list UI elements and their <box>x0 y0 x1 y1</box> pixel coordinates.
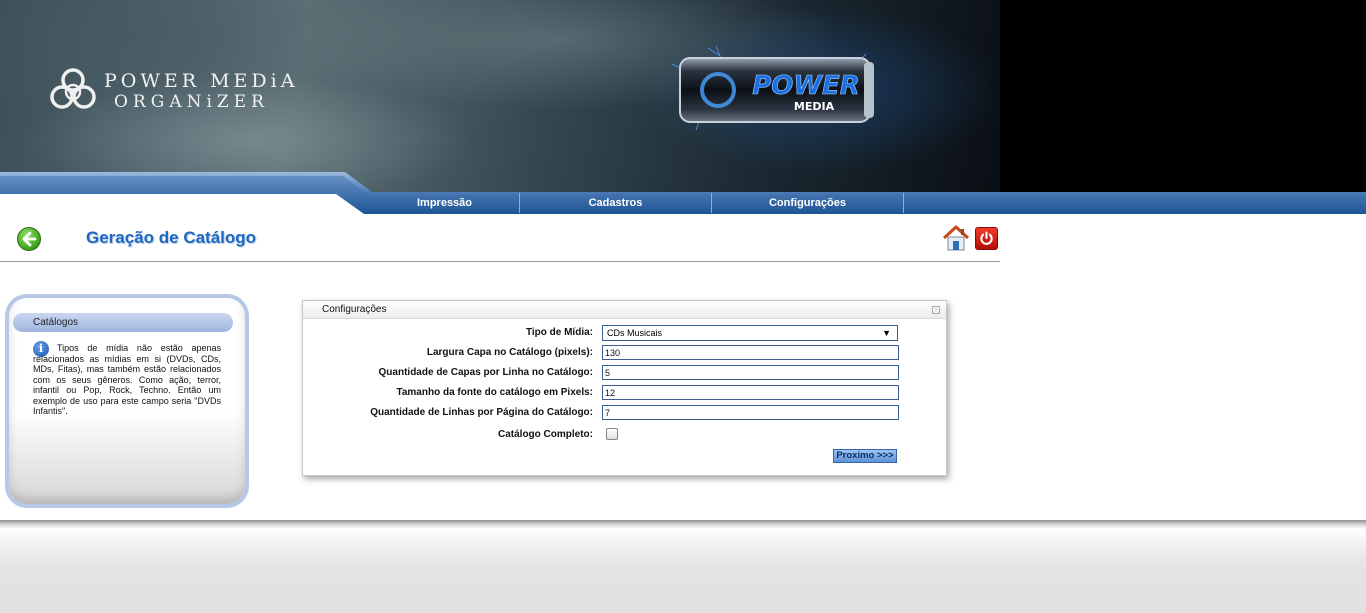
power-media-can-image: POWER MEDIA <box>671 45 874 131</box>
exit-button[interactable] <box>975 227 998 250</box>
lines-per-page-label: Quantidade de Linhas por Página do Catál… <box>370 407 593 418</box>
can-sub-text: MEDIA <box>794 100 835 113</box>
power-icon <box>980 231 993 245</box>
collapse-icon[interactable]: › <box>932 306 940 314</box>
font-size-input[interactable] <box>602 385 899 400</box>
media-type-label: Tipo de Mídia: <box>525 327 593 338</box>
covers-per-line-label: Quantidade de Capas por Linha no Catálog… <box>378 367 593 378</box>
media-type-row: Tipo de Mídia: CDs Musicais ▼ <box>303 325 943 341</box>
cover-width-label: Largura Capa no Catálogo (pixels): <box>426 347 593 358</box>
title-divider <box>0 261 1000 262</box>
page-footer <box>0 520 1366 613</box>
configuration-panel: Configurações › Tipo de Mídia: CDs Music… <box>302 300 947 476</box>
lines-per-page-row: Quantidade de Linhas por Página do Catál… <box>303 405 943 421</box>
cover-width-row: Largura Capa no Catálogo (pixels): <box>303 345 943 361</box>
sidebar-info-text: Tipos de mídia não estão apenas relacion… <box>33 343 221 416</box>
nav-item-impressao[interactable]: Impressão <box>370 193 520 213</box>
next-button[interactable]: Proximo >>> <box>833 449 897 463</box>
logo-text-line1: POWER MEDiA <box>104 70 299 92</box>
full-catalog-row: Catálogo Completo: <box>303 427 943 443</box>
nav-menu: Impressão Cadastros Configurações <box>370 193 904 213</box>
cover-width-input[interactable] <box>602 345 899 360</box>
font-size-row: Tamanho da fonte do catálogo em Pixels: <box>303 385 943 401</box>
back-button[interactable] <box>17 227 41 251</box>
full-catalog-checkbox[interactable] <box>606 428 618 440</box>
panel-title: Configurações <box>322 304 387 315</box>
header-banner: POWER MEDiA ORGANiZER POWER MEDIA <box>0 0 1366 192</box>
can-brand-text: POWER <box>752 71 860 101</box>
sidebar-header: Catálogos <box>13 313 233 332</box>
nav-item-cadastros[interactable]: Cadastros <box>520 193 712 213</box>
media-type-select[interactable]: CDs Musicais ▼ <box>602 325 898 341</box>
home-icon[interactable] <box>942 224 970 252</box>
logo-text-line2: ORGANiZER <box>114 92 269 112</box>
nav-item-configuracoes[interactable]: Configurações <box>712 193 904 213</box>
covers-per-line-row: Quantidade de Capas por Linha no Catálog… <box>303 365 943 381</box>
font-size-label: Tamanho da fonte do catálogo em Pixels: <box>396 387 593 398</box>
page-title: Geração de Catálogo <box>86 228 257 247</box>
covers-per-line-input[interactable] <box>602 365 899 380</box>
dropdown-arrow-icon: ▼ <box>882 328 891 338</box>
biohazard-icon <box>50 68 96 109</box>
full-catalog-label: Catálogo Completo: <box>498 429 593 440</box>
media-type-value: CDs Musicais <box>607 328 663 338</box>
panel-header: Configurações › <box>303 301 946 319</box>
lines-per-page-input[interactable] <box>602 405 899 420</box>
arrow-left-icon <box>22 231 37 247</box>
